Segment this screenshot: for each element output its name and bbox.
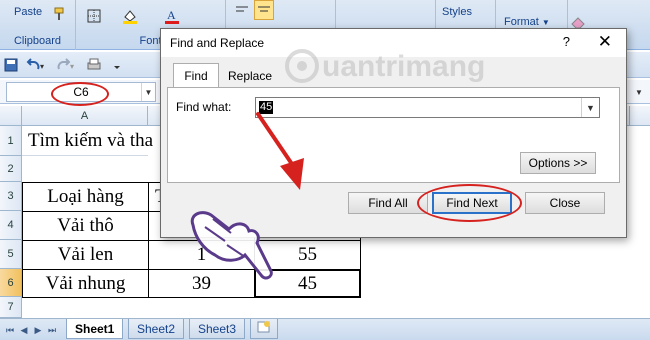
find-panel: Find what: 45 ▼ Options >> [167, 87, 620, 183]
tab-replace[interactable]: Replace [225, 65, 275, 87]
sheet-tab-sheet3[interactable]: Sheet3 [189, 319, 246, 339]
format-chevron-down-icon: ▼ [541, 17, 550, 27]
cell-c5-text: 55 [298, 244, 317, 265]
row-header-5-label: 5 [7, 248, 14, 260]
column-header-g[interactable] [630, 106, 650, 126]
find-replace-dialog: Find and Replace ? ✕ Find Replace Find w… [160, 28, 627, 238]
cell-a6-text: Vải nhung [45, 272, 126, 294]
find-what-chevron-down-icon[interactable]: ▼ [581, 98, 599, 117]
svg-text:▾: ▾ [40, 62, 44, 71]
insert-sheet-icon [256, 320, 272, 337]
dialog-title-bar[interactable]: Find and Replace ? ✕ [161, 29, 626, 57]
cell-b6-text: 39 [192, 272, 211, 294]
tab-find-label: Find [184, 68, 208, 83]
undo-icon[interactable]: ▾ [26, 57, 46, 73]
insert-sheet-tab[interactable] [250, 319, 278, 339]
row-header-3-label: 3 [7, 190, 14, 202]
cell-c6-text: 45 [298, 272, 317, 294]
prev-sheet-icon[interactable]: ◀ [18, 323, 30, 337]
styles-label: Styles [442, 6, 472, 18]
cell-a3[interactable]: Loại hàng [22, 182, 149, 212]
print-icon[interactable] [86, 57, 102, 73]
help-button[interactable]: ? [563, 34, 570, 49]
dialog-title: Find and Replace [170, 36, 265, 50]
clipboard-group: Paste Clipboard [0, 0, 76, 50]
sheet-tab-sheet2-label: Sheet2 [137, 321, 176, 336]
cell-b6[interactable]: 39 [148, 269, 255, 298]
row-header-1-label: 1 [7, 134, 14, 147]
cell-b5-text: 1 [196, 244, 207, 265]
row-header-4[interactable]: 4 [0, 211, 22, 240]
row-header-5[interactable]: 5 [0, 240, 22, 269]
cell-c6-active[interactable]: 45 [254, 269, 361, 298]
cell-a5-text: Vải len [57, 244, 114, 265]
cell-a1-text: Tìm kiếm và tha [28, 129, 154, 151]
row-header-1[interactable]: 1 [0, 126, 22, 156]
sheet-tab-sheet2[interactable]: Sheet2 [128, 319, 185, 339]
cell-b5[interactable]: 1 [148, 240, 255, 270]
row-header-7-label: 7 [7, 301, 14, 313]
svg-text:▾: ▾ [70, 62, 74, 71]
cell-a5[interactable]: Vải len [22, 240, 149, 270]
borders-icon[interactable] [84, 6, 104, 26]
align-left-icon[interactable] [232, 0, 252, 20]
options-button[interactable]: Options >> [520, 152, 596, 174]
cell-a1[interactable]: Tìm kiếm và tha [22, 126, 153, 156]
format-painter-icon[interactable] [50, 4, 70, 24]
svg-text:A: A [167, 8, 176, 22]
sheet-tab-bar: ⏮ ◀ ▶ ⏭ Sheet1 Sheet2 Sheet3 [0, 318, 650, 340]
cell-a4[interactable]: Vải thô [22, 211, 149, 241]
row-header-2[interactable]: 2 [0, 156, 22, 182]
find-next-label: Find Next [446, 196, 498, 210]
row-header-3[interactable]: 3 [0, 182, 22, 211]
find-next-button[interactable]: Find Next [432, 192, 512, 214]
row-header-6-label: 6 [7, 276, 14, 289]
find-all-button[interactable]: Find All [348, 192, 428, 214]
customize-qat-icon[interactable] [112, 57, 122, 73]
options-button-label: Options >> [528, 156, 588, 170]
column-header-a[interactable]: A [22, 106, 148, 126]
paste-label: Paste [14, 6, 43, 18]
cell-a6[interactable]: Vải nhung [22, 269, 149, 298]
tab-replace-label: Replace [227, 69, 273, 83]
styles-button[interactable]: Styles [442, 2, 472, 22]
sheet-tab-sheet1-label: Sheet1 [75, 321, 115, 336]
cell-a3-text: Loại hàng [47, 186, 124, 207]
name-box-value: C6 [73, 85, 89, 99]
name-box-chevron-down-icon[interactable]: ▼ [141, 83, 155, 101]
find-what-label: Find what: [176, 100, 232, 114]
row-header-4-label: 4 [7, 219, 14, 231]
sheet-tab-sheet3-label: Sheet3 [198, 321, 237, 336]
find-what-value: 45 [259, 101, 274, 114]
select-all-corner[interactable] [0, 106, 22, 126]
fill-color-icon[interactable] [120, 6, 140, 26]
close-button-label: Close [549, 196, 581, 210]
close-icon[interactable]: ✕ [598, 32, 612, 52]
find-all-label: Find All [368, 196, 408, 210]
clipboard-group-label: Clipboard [13, 35, 62, 47]
close-button[interactable]: Close [525, 192, 605, 214]
last-sheet-icon[interactable]: ⏭ [46, 323, 58, 337]
sheet-tab-sheet1[interactable]: Sheet1 [66, 319, 124, 339]
font-color-icon[interactable]: A [162, 6, 182, 26]
column-header-a-label: A [80, 109, 89, 122]
first-sheet-icon[interactable]: ⏮ [4, 323, 16, 337]
name-box[interactable]: C6 ▼ [6, 82, 156, 106]
cell-a4-text: Vải thô [57, 215, 114, 236]
row-header-7[interactable]: 7 [0, 297, 22, 318]
next-sheet-icon[interactable]: ▶ [32, 323, 44, 337]
formula-bar-chevron-down-icon[interactable]: ▼ [632, 85, 646, 99]
row-header-6[interactable]: 6 [0, 269, 22, 297]
align-center-icon[interactable] [254, 0, 274, 20]
find-what-input[interactable]: 45 ▼ [255, 97, 600, 118]
save-icon[interactable] [4, 57, 18, 73]
cell-c5[interactable]: 55 [254, 240, 361, 270]
tab-find[interactable]: Find [173, 63, 219, 87]
paste-button[interactable]: Paste [14, 2, 42, 22]
format-label: Format [504, 16, 539, 28]
redo-icon[interactable]: ▾ [56, 57, 76, 73]
row-header-2-label: 2 [7, 162, 14, 175]
